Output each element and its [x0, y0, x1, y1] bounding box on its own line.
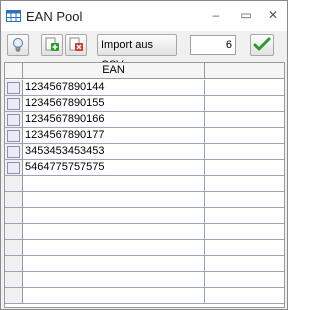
empty-cell[interactable] [205, 256, 284, 272]
empty-cell[interactable] [205, 208, 284, 224]
ean-pool-window: EAN Pool – ▭ ✕ Import aus 6 EAN 12345678… [0, 0, 288, 310]
row-selector[interactable] [5, 208, 23, 224]
table-app-icon [6, 10, 21, 22]
ean-cell[interactable] [23, 176, 205, 192]
ean-cell[interactable] [23, 192, 205, 208]
ean-cell[interactable]: 1234567890166 [23, 112, 205, 128]
title-bar: EAN Pool – ▭ ✕ [1, 1, 287, 31]
empty-cell[interactable] [205, 160, 284, 176]
grid-header-row: EAN [5, 63, 284, 79]
confirm-button[interactable] [250, 34, 274, 56]
ean-cell[interactable] [23, 288, 205, 304]
add-row-button[interactable] [41, 34, 63, 56]
import-csv-button[interactable]: Import aus CSV [97, 34, 177, 71]
empty-cell[interactable] [205, 288, 284, 304]
window-title: EAN Pool [26, 9, 83, 24]
ean-cell[interactable] [23, 224, 205, 240]
column-header-ean[interactable]: EAN [23, 63, 205, 79]
ean-cell[interactable] [23, 208, 205, 224]
row-selector[interactable] [5, 224, 23, 240]
checkmark-icon [253, 37, 271, 51]
row-indicator [7, 114, 20, 126]
empty-cell[interactable] [205, 112, 284, 128]
empty-cell[interactable] [205, 224, 284, 240]
row-count-field: 6 [190, 35, 236, 55]
row-indicator [7, 130, 20, 142]
table-row[interactable] [5, 176, 284, 192]
ean-cell[interactable]: 1234567890155 [23, 96, 205, 112]
lightbulb-icon [13, 38, 23, 52]
row-indicator [7, 82, 20, 94]
empty-cell[interactable] [205, 240, 284, 256]
delete-row-button[interactable] [65, 34, 87, 56]
minimize-button[interactable]: – [206, 5, 226, 25]
toolbar: Import aus CSV [1, 31, 287, 71]
ean-grid[interactable]: EAN 1234567890144 1234567890155 1234567890… [4, 62, 285, 308]
empty-cell[interactable] [205, 272, 284, 288]
table-row[interactable] [5, 192, 284, 208]
table-row[interactable] [5, 208, 284, 224]
empty-cell[interactable] [205, 128, 284, 144]
empty-cell[interactable] [205, 80, 284, 96]
table-row[interactable] [5, 288, 284, 304]
ean-cell[interactable]: 1234567890177 [23, 128, 205, 144]
table-row[interactable]: 1234567890177 [5, 128, 284, 144]
table-row[interactable]: 1234567890155 [5, 96, 284, 112]
row-indicator [7, 162, 20, 174]
table-row[interactable] [5, 224, 284, 240]
ean-cell[interactable]: 3453453453453 [23, 144, 205, 160]
row-indicator [7, 98, 20, 110]
row-selector[interactable] [5, 80, 23, 96]
hint-button[interactable] [7, 34, 29, 56]
row-selector[interactable] [5, 96, 23, 112]
delete-document-icon [69, 37, 83, 51]
empty-cell[interactable] [205, 144, 284, 160]
add-document-icon [45, 37, 59, 51]
empty-cell[interactable] [205, 96, 284, 112]
row-selector[interactable] [5, 176, 23, 192]
row-selector[interactable] [5, 128, 23, 144]
ean-cell[interactable]: 1234567890144 [23, 80, 205, 96]
row-selector[interactable] [5, 144, 23, 160]
row-selector[interactable] [5, 272, 23, 288]
row-header-corner [5, 63, 23, 79]
table-row[interactable]: 1234567890166 [5, 112, 284, 128]
row-indicator [7, 146, 20, 158]
ean-cell[interactable]: 5464775757575 [23, 160, 205, 176]
row-selector[interactable] [5, 240, 23, 256]
table-row[interactable]: 5464775757575 [5, 160, 284, 176]
table-row[interactable] [5, 240, 284, 256]
table-row[interactable]: 3453453453453 [5, 144, 284, 160]
table-row[interactable] [5, 256, 284, 272]
ean-cell[interactable] [23, 240, 205, 256]
table-row[interactable] [5, 272, 284, 288]
row-selector[interactable] [5, 160, 23, 176]
maximize-button[interactable]: ▭ [236, 5, 256, 25]
row-selector[interactable] [5, 288, 23, 304]
row-selector[interactable] [5, 112, 23, 128]
empty-cell[interactable] [205, 192, 284, 208]
table-row[interactable]: 1234567890144 [5, 80, 284, 96]
column-header-empty [205, 63, 284, 79]
row-selector[interactable] [5, 256, 23, 272]
ean-cell[interactable] [23, 256, 205, 272]
row-selector[interactable] [5, 192, 23, 208]
close-button[interactable]: ✕ [263, 5, 283, 25]
empty-cell[interactable] [205, 176, 284, 192]
ean-cell[interactable] [23, 272, 205, 288]
